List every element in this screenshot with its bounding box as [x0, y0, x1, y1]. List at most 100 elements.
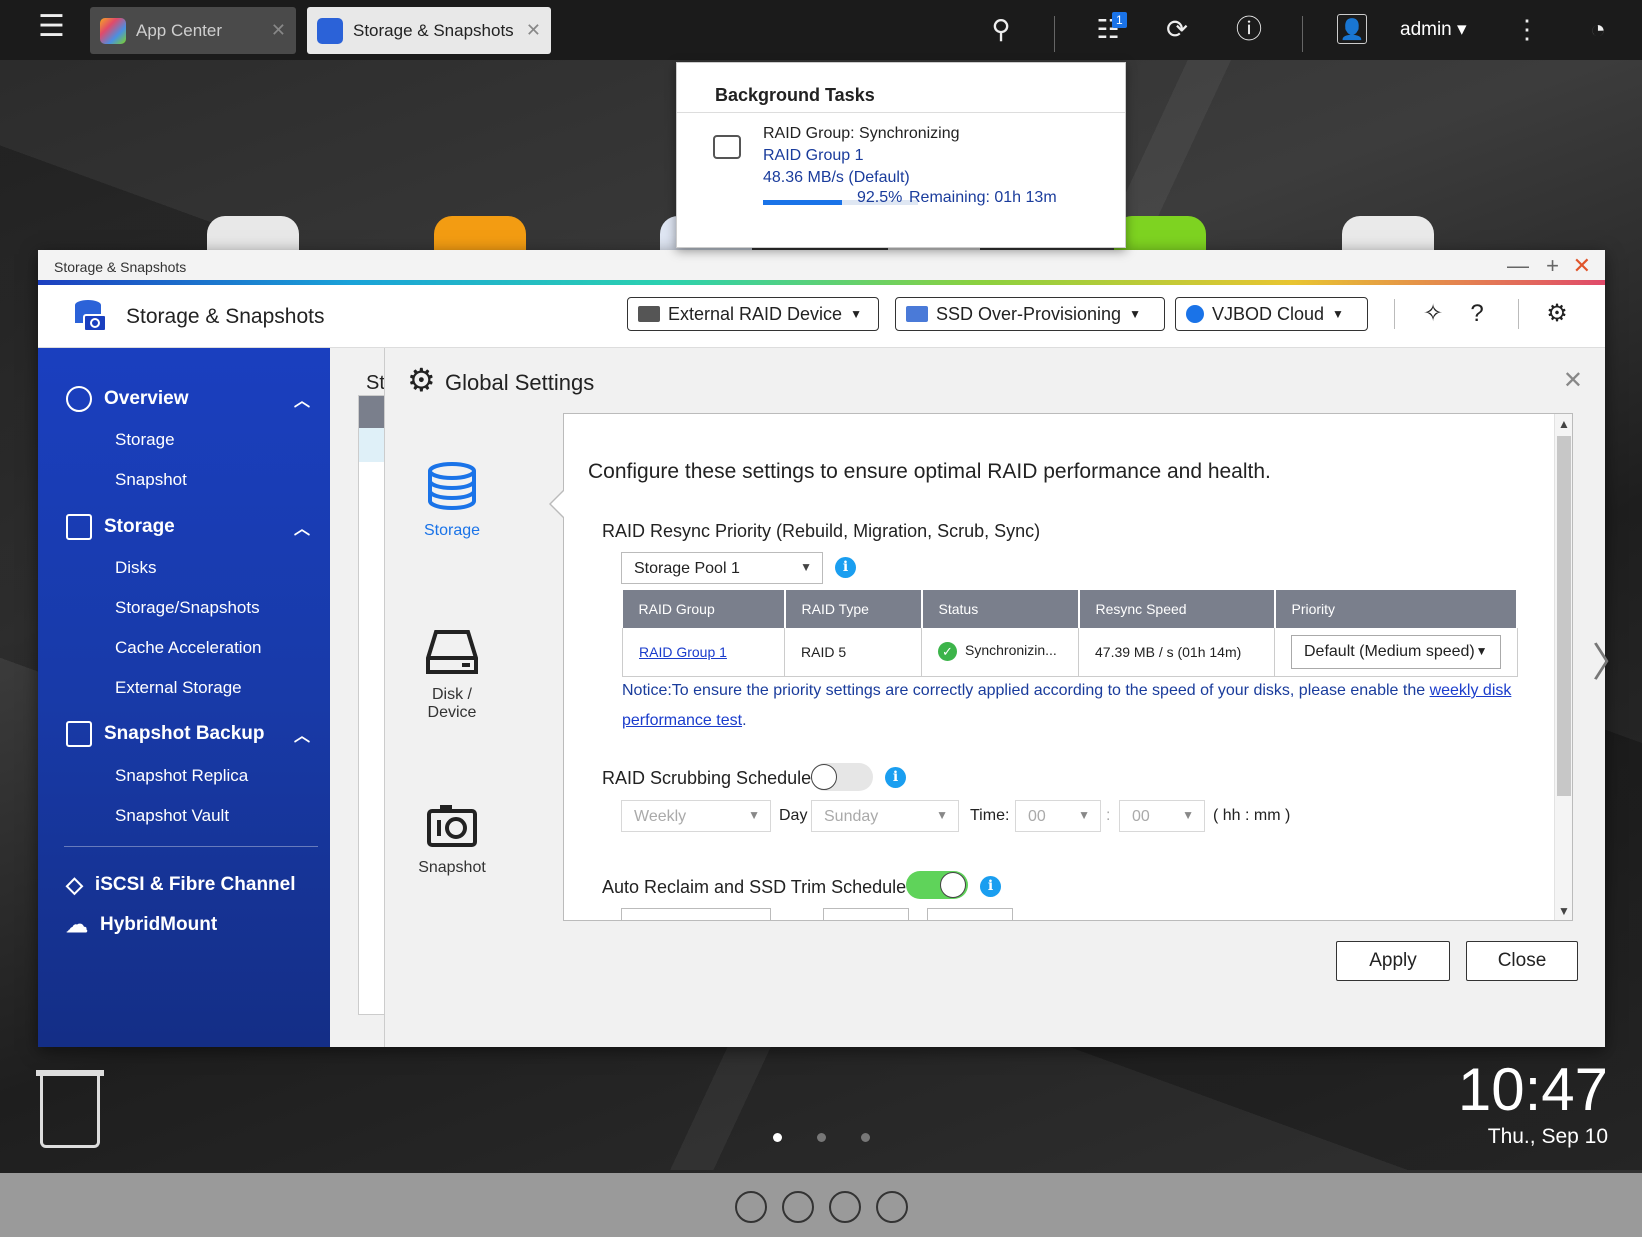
divider: [1394, 299, 1395, 329]
toggle-knob: [940, 872, 966, 898]
info-icon[interactable]: i: [835, 557, 856, 578]
column-header[interactable]: Resync Speed: [1078, 590, 1276, 628]
scrub-hour-select[interactable]: 00 ▼: [1015, 800, 1101, 832]
reclaim-minute-select[interactable]: [927, 908, 1013, 920]
notice-text: Notice:To ensure the priority settings a…: [622, 682, 1430, 699]
close-button[interactable]: Close: [1466, 941, 1578, 981]
button-label: SSD Over-Provisioning: [936, 303, 1122, 324]
info-icon[interactable]: i: [980, 876, 1001, 897]
column-header[interactable]: Priority: [1274, 590, 1518, 628]
tools-icon[interactable]: [782, 1191, 814, 1223]
sync-icon[interactable]: ⟳: [1162, 14, 1192, 44]
priority-select[interactable]: Default (Medium speed) ▼: [1291, 634, 1501, 669]
section-label: HybridMount: [100, 914, 218, 935]
reclaim-toggle[interactable]: [906, 871, 968, 899]
panel-scrollbar[interactable]: ▲ ▼: [1554, 414, 1572, 920]
column-header[interactable]: Status: [921, 590, 1080, 628]
scrub-frequency-select[interactable]: Weekly ▼: [621, 800, 771, 832]
raid-disk-icon: [713, 135, 741, 159]
apply-button[interactable]: Apply: [1336, 941, 1450, 981]
scrubbing-toggle[interactable]: [811, 763, 873, 791]
main-menu-icon[interactable]: ☰: [38, 12, 72, 46]
tab-disk-device[interactable]: Disk / Device: [407, 628, 497, 722]
recycle-bin-icon[interactable]: [40, 1070, 100, 1148]
tab-storage-snapshots[interactable]: Storage & Snapshots ✕: [307, 7, 551, 54]
magic-wand-icon[interactable]: ✧: [1418, 299, 1448, 329]
reclaim-frequency-select[interactable]: [621, 908, 771, 920]
tab-app-center[interactable]: App Center ✕: [90, 7, 296, 54]
column-header[interactable]: RAID Type: [784, 590, 923, 628]
page-dot[interactable]: [817, 1133, 826, 1142]
popup-title: Background Tasks: [677, 63, 1125, 113]
minimize-icon[interactable]: —: [1507, 253, 1529, 279]
app-center-icon: [100, 17, 126, 44]
sidebar-item-storage[interactable]: Storage: [115, 430, 175, 450]
user-menu[interactable]: admin ▾: [1400, 18, 1467, 41]
dashboard-gauge-icon[interactable]: ◔: [1583, 14, 1613, 44]
camera-icon: [66, 721, 92, 747]
scrub-minute-select[interactable]: 00 ▼: [1119, 800, 1205, 832]
notes-icon[interactable]: [876, 1191, 908, 1223]
window-titlebar: Storage & Snapshots — + ✕: [38, 250, 1605, 280]
scrub-day-select[interactable]: Sunday ▼: [811, 800, 959, 832]
sidebar-item-snapshot-vault[interactable]: Snapshot Vault: [115, 806, 229, 826]
close-icon[interactable]: ✕: [526, 20, 541, 41]
user-avatar-icon[interactable]: 👤: [1337, 14, 1367, 44]
window-title: Storage & Snapshots: [54, 259, 187, 275]
top-taskbar: ☰ App Center ✕ Storage & Snapshots ✕ ⚲ ☷…: [0, 0, 1642, 60]
more-options-icon[interactable]: ⋮: [1512, 14, 1542, 44]
sidebar-item-snapshot[interactable]: Snapshot: [115, 470, 187, 490]
maximize-icon[interactable]: +: [1546, 253, 1559, 279]
next-page-arrow-icon[interactable]: 〉: [1592, 630, 1632, 688]
section-label: Overview: [104, 388, 189, 409]
hybridmount-icon: ☁: [66, 912, 88, 937]
sidebar-item-snapshot-replica[interactable]: Snapshot Replica: [115, 766, 248, 786]
search-icon[interactable]: ⚲: [986, 14, 1016, 44]
storage-pool-select[interactable]: Storage Pool 1 ▼: [621, 552, 823, 584]
clock-date: Thu., Sep 10: [1487, 1125, 1608, 1148]
page-dot-active[interactable]: [773, 1133, 782, 1142]
database-icon: [407, 460, 497, 522]
sidebar-item-storage-snapshots[interactable]: Storage/Snapshots: [115, 598, 260, 618]
database-icon: [66, 514, 92, 540]
notice-suffix: .: [742, 712, 747, 729]
info-icon[interactable]: ⓘ: [1234, 14, 1264, 44]
info-icon[interactable]: i: [885, 767, 906, 788]
table-row-edge: [359, 428, 387, 462]
scroll-down-icon[interactable]: ▼: [1558, 904, 1570, 918]
cloud-sync-icon[interactable]: [735, 1191, 767, 1223]
reclaim-hour-select[interactable]: [823, 908, 909, 920]
app-header: Storage & Snapshots External RAID Device…: [38, 285, 1605, 348]
ssd-over-provisioning-button[interactable]: SSD Over-Provisioning ▼: [895, 297, 1165, 331]
scroll-up-icon[interactable]: ▲: [1558, 417, 1570, 431]
external-raid-device-button[interactable]: External RAID Device ▼: [627, 297, 879, 331]
tab-snapshot[interactable]: Snapshot: [407, 803, 497, 877]
vjbod-cloud-button[interactable]: VJBOD Cloud ▼: [1175, 297, 1368, 331]
column-header[interactable]: RAID Group: [622, 590, 786, 628]
sidebar-item-disks[interactable]: Disks: [115, 558, 157, 578]
help-icon[interactable]: ?: [1462, 299, 1492, 329]
sidebar-item-iscsi[interactable]: ◇ iSCSI & Fibre Channel: [66, 872, 296, 898]
dialog-title: Global Settings: [445, 370, 595, 395]
select-value: Weekly: [634, 808, 687, 825]
page-dot[interactable]: [861, 1133, 870, 1142]
books-icon[interactable]: [829, 1191, 861, 1223]
tab-storage[interactable]: Storage: [407, 460, 497, 540]
reclaim-heading: Auto Reclaim and SSD Trim Schedule: [602, 877, 907, 897]
close-icon[interactable]: ✕: [1563, 366, 1583, 395]
sidebar-item-hybridmount[interactable]: ☁ HybridMount: [66, 912, 217, 938]
gear-icon[interactable]: ⚙: [1542, 299, 1572, 329]
sidebar-section-overview[interactable]: Overview ︿: [66, 386, 326, 412]
task-speed: 48.36 MB/s (Default): [763, 169, 910, 186]
sidebar-item-cache-acceleration[interactable]: Cache Acceleration: [115, 638, 261, 658]
raid-group-link[interactable]: RAID Group 1: [639, 644, 727, 660]
close-icon[interactable]: ✕: [271, 20, 286, 41]
scrollbar-thumb[interactable]: [1557, 436, 1571, 796]
time-separator: :: [1106, 807, 1111, 824]
sidebar-section-snapshot-backup[interactable]: Snapshot Backup ︿: [66, 721, 326, 747]
tab-label: Storage & Snapshots: [353, 20, 514, 40]
sidebar-section-storage[interactable]: Storage ︿: [66, 514, 326, 540]
close-icon[interactable]: ✕: [1573, 253, 1591, 279]
button-label: VJBOD Cloud: [1212, 303, 1325, 324]
sidebar-item-external-storage[interactable]: External Storage: [115, 678, 242, 698]
